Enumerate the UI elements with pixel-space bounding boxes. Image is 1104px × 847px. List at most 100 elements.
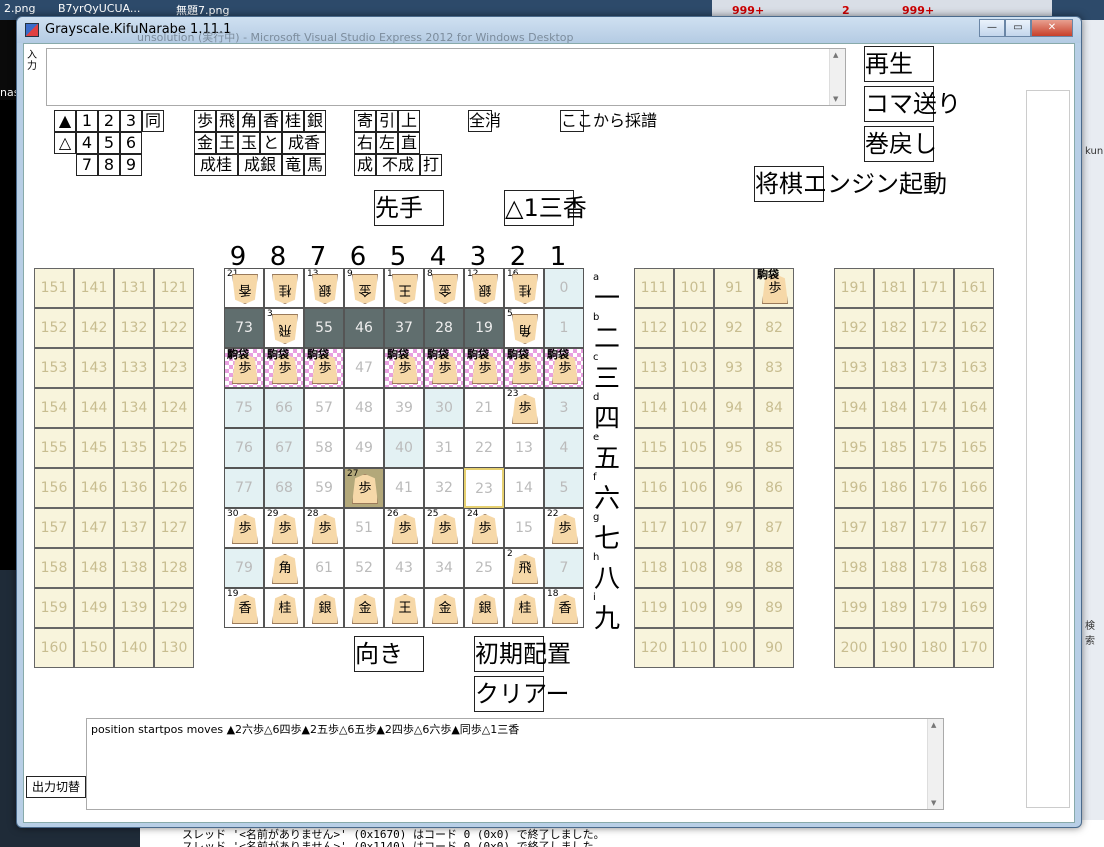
clear-all-button[interactable]: 全消 bbox=[468, 110, 501, 132]
num-key-5[interactable]: △ bbox=[54, 132, 76, 154]
hand-cell[interactable]: 126 bbox=[154, 468, 194, 508]
board-square[interactable]: 77 bbox=[224, 468, 264, 508]
minimize-button[interactable]: — bbox=[979, 19, 1005, 37]
board-square[interactable]: 歩駒袋 bbox=[424, 348, 464, 388]
hand-cell[interactable]: 113 bbox=[634, 348, 674, 388]
hand-cell[interactable]: 177 bbox=[914, 508, 954, 548]
hand-cell[interactable]: 143 bbox=[74, 348, 114, 388]
hand-cell[interactable]: 182 bbox=[874, 308, 914, 348]
board-square[interactable]: 9金 bbox=[344, 268, 384, 308]
hand-cell[interactable]: 156 bbox=[34, 468, 74, 508]
hand-cell[interactable]: 110 bbox=[674, 628, 714, 668]
board-square[interactable]: 49 bbox=[344, 428, 384, 468]
tab-2[interactable]: B7yrQyUCUA... bbox=[58, 2, 140, 15]
output-scrollbar[interactable]: ▲ ▼ bbox=[927, 719, 943, 809]
hand-cell[interactable]: 198 bbox=[834, 548, 874, 588]
board-square[interactable]: 18 香 bbox=[544, 588, 584, 628]
hand-cell[interactable]: 171 bbox=[914, 268, 954, 308]
board-square[interactable]: 8金 bbox=[424, 268, 464, 308]
hand-cell[interactable]: 173 bbox=[914, 348, 954, 388]
board-square[interactable]: 金 bbox=[424, 588, 464, 628]
board-square[interactable]: 22 bbox=[464, 428, 504, 468]
close-button[interactable]: ✕ bbox=[1031, 19, 1073, 37]
piece-key-1[interactable]: 飛 bbox=[216, 110, 238, 132]
hand-cell[interactable]: 148 bbox=[74, 548, 114, 588]
board-square[interactable]: 30 bbox=[424, 388, 464, 428]
hand-cell[interactable]: 162 bbox=[954, 308, 994, 348]
hand-cell[interactable]: 90 bbox=[754, 628, 794, 668]
tab-1[interactable]: 2.png bbox=[4, 2, 35, 15]
hand-cell[interactable]: 145 bbox=[74, 428, 114, 468]
hand-cell[interactable]: 134 bbox=[114, 388, 154, 428]
hand-cell[interactable]: 86 bbox=[754, 468, 794, 508]
board-square[interactable]: 40 bbox=[384, 428, 424, 468]
hand-cell[interactable]: 84 bbox=[754, 388, 794, 428]
hand-cell[interactable]: 128 bbox=[154, 548, 194, 588]
num-key-2[interactable]: 2 bbox=[98, 110, 120, 132]
hand-cell[interactable]: 176 bbox=[914, 468, 954, 508]
hand-cell[interactable]: 166 bbox=[954, 468, 994, 508]
board-square[interactable]: 桂 bbox=[264, 268, 304, 308]
hand-cell[interactable]: 131 bbox=[114, 268, 154, 308]
hand-cell[interactable]: 120 bbox=[634, 628, 674, 668]
board-square[interactable]: 73 bbox=[224, 308, 264, 348]
board-square[interactable]: 30 歩 bbox=[224, 508, 264, 548]
piece-key-0[interactable]: 歩 bbox=[194, 110, 216, 132]
hand-cell[interactable]: 144 bbox=[74, 388, 114, 428]
hand-cell[interactable]: 88 bbox=[754, 548, 794, 588]
board-square[interactable]: 39 bbox=[384, 388, 424, 428]
hand-cell[interactable]: 172 bbox=[914, 308, 954, 348]
hand-cell[interactable]: 98 bbox=[714, 548, 754, 588]
hand-cell[interactable]: 147 bbox=[74, 508, 114, 548]
board-square[interactable]: 47 bbox=[344, 348, 384, 388]
hand-cell[interactable]: 124 bbox=[154, 388, 194, 428]
move-key-0[interactable]: 寄 bbox=[354, 110, 376, 132]
hand-cell[interactable]: 189 bbox=[874, 588, 914, 628]
board-square[interactable]: 歩駒袋 bbox=[264, 348, 304, 388]
hand-cell[interactable]: 168 bbox=[954, 548, 994, 588]
hand-cell[interactable]: 188 bbox=[874, 548, 914, 588]
board-square[interactable]: 58 bbox=[304, 428, 344, 468]
board-square[interactable]: 29 歩 bbox=[264, 508, 304, 548]
board-square[interactable]: 57 bbox=[304, 388, 344, 428]
board-square[interactable]: 角 bbox=[264, 548, 304, 588]
board-square[interactable]: 76 bbox=[224, 428, 264, 468]
board-square[interactable]: 79 bbox=[224, 548, 264, 588]
hand-cell[interactable]: 200 bbox=[834, 628, 874, 668]
board-square[interactable]: 26 歩 bbox=[384, 508, 424, 548]
piece-key-14[interactable]: 馬 bbox=[304, 154, 326, 176]
output-textbox[interactable]: position startpos moves ▲2六歩△6四歩▲2五歩△6五歩… bbox=[86, 718, 944, 810]
board-square[interactable]: 46 bbox=[344, 308, 384, 348]
hand-cell[interactable]: 152 bbox=[34, 308, 74, 348]
hand-cell[interactable]: 146 bbox=[74, 468, 114, 508]
hand-cell[interactable]: 175 bbox=[914, 428, 954, 468]
hand-cell[interactable]: 183 bbox=[874, 348, 914, 388]
board-square[interactable]: 31 bbox=[424, 428, 464, 468]
board-square[interactable]: 銀 bbox=[464, 588, 504, 628]
hand-cell[interactable]: 137 bbox=[114, 508, 154, 548]
output-scroll-up-icon[interactable]: ▲ bbox=[931, 721, 936, 729]
hand-cell[interactable]: 195 bbox=[834, 428, 874, 468]
num-key-0[interactable]: ▲ bbox=[54, 110, 76, 132]
board-square[interactable]: 22 歩 bbox=[544, 508, 584, 548]
board-square[interactable]: 28 歩 bbox=[304, 508, 344, 548]
board-square[interactable]: 5角 bbox=[504, 308, 544, 348]
board-square[interactable]: 32 bbox=[424, 468, 464, 508]
output-scroll-down-icon[interactable]: ▼ bbox=[931, 799, 936, 807]
board-square[interactable]: 金 bbox=[344, 588, 384, 628]
piece-key-11[interactable]: 成桂 bbox=[194, 154, 238, 176]
hand-cell[interactable]: 104 bbox=[674, 388, 714, 428]
board-square[interactable]: 歩駒袋 bbox=[304, 348, 344, 388]
num-key-8[interactable]: 6 bbox=[120, 132, 142, 154]
hand-cell[interactable]: 116 bbox=[634, 468, 674, 508]
board-square[interactable]: 55 bbox=[304, 308, 344, 348]
hand-cell[interactable]: 136 bbox=[114, 468, 154, 508]
step-button[interactable]: コマ送り bbox=[864, 86, 961, 122]
hand-cell[interactable]: 102 bbox=[674, 308, 714, 348]
board-square[interactable]: 28 bbox=[424, 308, 464, 348]
board-square[interactable]: 歩駒袋 bbox=[384, 348, 424, 388]
board-square[interactable]: 7 bbox=[544, 548, 584, 588]
board-square[interactable]: 2飛 bbox=[504, 548, 544, 588]
title-bar[interactable]: Grayscale.KifuNarabe 1.11.1 unsolution (… bbox=[17, 17, 1081, 44]
hand-cell[interactable]: 82 bbox=[754, 308, 794, 348]
